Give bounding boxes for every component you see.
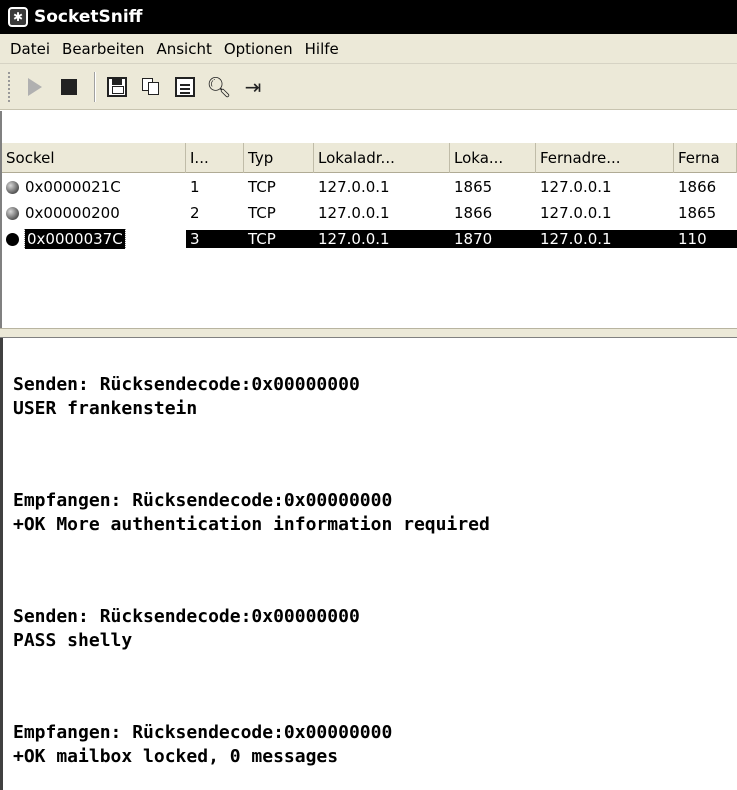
cell-socket: 0x0000037C — [2, 229, 186, 249]
toolbar: 🔍︎ ⇥ — [0, 64, 737, 110]
cell-remote-addr: 127.0.0.1 — [540, 178, 612, 196]
cell-remote-addr: 127.0.0.1 — [536, 230, 674, 248]
cell-local-addr: 127.0.0.1 — [314, 230, 450, 248]
window-title: SocketSniff — [34, 7, 143, 27]
cell-type: TCP — [244, 230, 314, 248]
table-row-selected[interactable]: 0x0000037C 3 TCP 127.0.0.1 1870 127.0.0.… — [2, 226, 737, 252]
copy-button[interactable] — [136, 72, 166, 102]
exit-icon: ⇥ — [244, 74, 262, 99]
table-row[interactable]: 0x0000021C 1 TCP 127.0.0.1 1865 127.0.0.… — [2, 174, 737, 200]
pane-splitter[interactable] — [0, 328, 737, 338]
col-header-fernport[interactable]: Ferna — [674, 143, 737, 173]
log-line: Senden: Rücksendecode:0x00000000 — [13, 606, 360, 627]
col-header-fernadresse[interactable]: Fernadre... — [536, 143, 674, 173]
cell-type: TCP — [248, 178, 276, 196]
socket-icon — [6, 180, 19, 194]
save-button[interactable] — [102, 72, 132, 102]
menu-optionen[interactable]: Optionen — [218, 37, 299, 61]
log-line: USER frankenstein — [13, 398, 198, 419]
log-line: +OK More authentication information requ… — [13, 514, 490, 535]
cell-local-addr: 127.0.0.1 — [318, 178, 390, 196]
menu-ansicht[interactable]: Ansicht — [150, 37, 217, 61]
table-body: 0x0000021C 1 TCP 127.0.0.1 1865 127.0.0.… — [2, 174, 737, 252]
col-header-typ[interactable]: Typ — [244, 143, 314, 173]
data-log-pane[interactable]: Senden: Rücksendecode:0x00000000 USER fr… — [0, 338, 737, 790]
menu-bar: Datei Bearbeiten Ansicht Optionen Hilfe — [0, 34, 737, 64]
col-header-sockel[interactable]: Sockel — [2, 143, 186, 173]
stop-button[interactable] — [54, 72, 84, 102]
copy-icon — [142, 77, 160, 96]
socket-handle: 0x0000021C — [25, 178, 121, 196]
find-icon: 🔍︎ — [206, 74, 232, 99]
cell-local-port: 1865 — [454, 178, 493, 196]
find-button[interactable]: 🔍︎ — [204, 72, 234, 102]
col-header-id[interactable]: I... — [186, 143, 244, 173]
stop-icon — [61, 78, 77, 95]
toolbar-separator — [94, 71, 96, 102]
col-header-lokaladresse[interactable]: Lokaladr... — [314, 143, 450, 173]
play-icon — [28, 77, 42, 96]
menu-bearbeiten[interactable]: Bearbeiten — [56, 37, 150, 61]
cell-id: 1 — [190, 178, 200, 196]
cell-remote-addr: 127.0.0.1 — [540, 204, 612, 222]
socket-handle: 0x0000037C — [24, 229, 126, 249]
properties-button[interactable] — [170, 72, 200, 102]
menu-datei[interactable]: Datei — [4, 37, 56, 61]
cell-local-port: 1866 — [454, 204, 493, 222]
save-icon — [107, 76, 127, 97]
properties-icon — [175, 76, 195, 97]
socket-icon — [6, 232, 19, 246]
cell-id: 2 — [190, 204, 200, 222]
socket-table: Sockel I... Typ Lokaladr... Loka... Fern… — [0, 111, 737, 328]
cell-socket: 0x0000021C — [2, 178, 186, 196]
log-line: Empfangen: Rücksendecode:0x00000000 — [13, 490, 393, 511]
log-line: Senden: Rücksendecode:0x00000000 — [13, 374, 360, 395]
exit-button[interactable]: ⇥ — [238, 72, 268, 102]
log-line: Empfangen: Rücksendecode:0x00000000 — [13, 722, 393, 743]
menu-hilfe[interactable]: Hilfe — [299, 37, 345, 61]
col-header-lokalport[interactable]: Loka... — [450, 143, 536, 173]
cell-id: 3 — [186, 230, 244, 248]
cell-local-port: 1870 — [450, 230, 536, 248]
socket-handle: 0x00000200 — [25, 204, 120, 222]
cell-local-addr: 127.0.0.1 — [318, 204, 390, 222]
log-line: +OK mailbox locked, 0 messages — [13, 746, 339, 767]
log-line: PASS shelly — [13, 630, 133, 651]
toolbar-grip[interactable] — [8, 71, 12, 102]
cell-remote-port: 110 — [674, 230, 737, 248]
cell-socket: 0x00000200 — [2, 204, 186, 222]
app-icon: ✱ — [8, 7, 28, 27]
start-button[interactable] — [20, 72, 50, 102]
table-row[interactable]: 0x00000200 2 TCP 127.0.0.1 1866 127.0.0.… — [2, 200, 737, 226]
table-header: Sockel I... Typ Lokaladr... Loka... Fern… — [2, 143, 737, 173]
cell-type: TCP — [248, 204, 276, 222]
title-bar: ✱ SocketSniff — [0, 0, 737, 34]
cell-remote-port: 1866 — [678, 178, 717, 196]
socket-icon — [6, 206, 19, 220]
cell-remote-port: 1865 — [678, 204, 717, 222]
